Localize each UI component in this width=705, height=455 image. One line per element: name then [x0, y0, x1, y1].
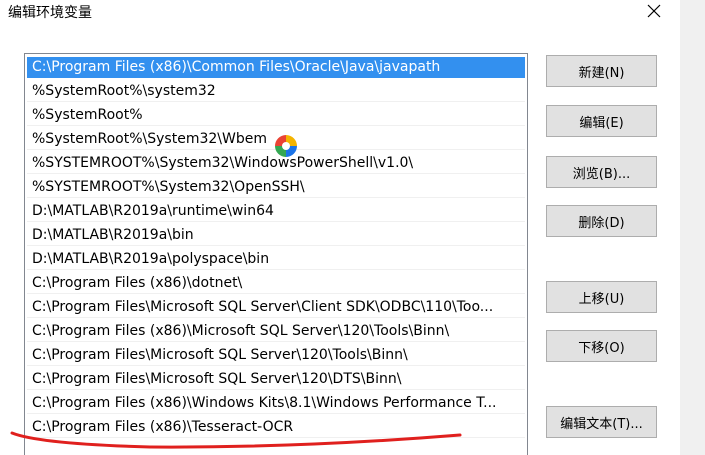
list-item[interactable]: C:\Program Files\Microsoft SQL Server\Cl… [27, 297, 525, 318]
list-item[interactable]: %SYSTEMROOT%\System32\OpenSSH\ [27, 177, 525, 198]
dialog-title: 编辑环境变量 [8, 5, 92, 21]
new-button[interactable]: 新建(N) [546, 55, 657, 87]
list-item[interactable]: C:\Program Files (x86)\Common Files\Orac… [27, 57, 525, 78]
list-item[interactable]: C:\Program Files\Microsoft SQL Server\12… [27, 345, 525, 366]
browse-button[interactable]: 浏览(B)... [546, 156, 657, 188]
colorful-ball-icon [275, 135, 297, 157]
delete-button[interactable]: 删除(D) [546, 205, 657, 237]
list-item[interactable]: D:\MATLAB\R2019a\runtime\win64 [27, 201, 525, 222]
move-up-button[interactable]: 上移(U) [546, 281, 657, 313]
list-item[interactable]: C:\Program Files (x86)\Tesseract-OCR [27, 417, 525, 438]
edit-button[interactable]: 编辑(E) [546, 105, 657, 137]
edit-text-button[interactable]: 编辑文本(T)... [546, 406, 657, 438]
move-down-button[interactable]: 下移(O) [546, 330, 657, 362]
list-item[interactable]: C:\Program Files\Microsoft SQL Server\12… [27, 369, 525, 390]
list-item[interactable]: C:\Program Files (x86)\Windows Kits\8.1\… [27, 393, 525, 414]
list-item[interactable]: D:\MATLAB\R2019a\polyspace\bin [27, 249, 525, 270]
close-button[interactable] [636, 0, 672, 22]
path-list[interactable]: C:\Program Files (x86)\Common Files\Orac… [24, 53, 528, 455]
edit-env-variable-dialog: 编辑环境变量 C:\Program Files (x86)\Common Fil… [0, 0, 705, 455]
list-item[interactable]: %SystemRoot%\system32 [27, 81, 525, 102]
window-edge [680, 0, 705, 455]
close-icon [647, 4, 661, 18]
list-item[interactable]: C:\Program Files (x86)\dotnet\ [27, 273, 525, 294]
list-item[interactable]: D:\MATLAB\R2019a\bin [27, 225, 525, 246]
list-item[interactable]: C:\Program Files (x86)\Microsoft SQL Ser… [27, 321, 525, 342]
list-item[interactable]: %SystemRoot% [27, 105, 525, 126]
